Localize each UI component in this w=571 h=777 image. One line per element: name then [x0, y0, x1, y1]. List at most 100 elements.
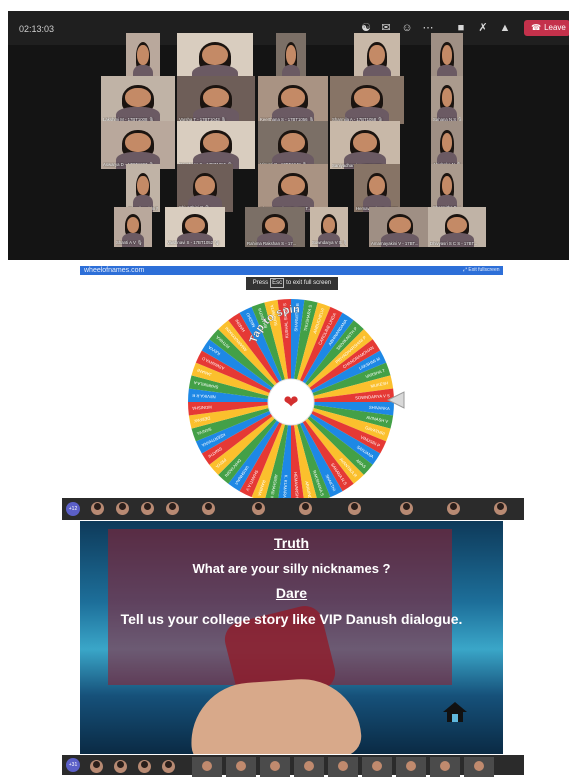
- participant-tile[interactable]: Rahima Rakshan S - 17...: [245, 207, 305, 247]
- participant-tile[interactable]: Vinusri P - 17BT1048 🎙: [258, 121, 328, 169]
- participant-face: [264, 216, 286, 233]
- participant-tile[interactable]: Chandramohan R - 17BT...: [258, 164, 328, 212]
- participant-video-thumb[interactable]: [464, 757, 494, 777]
- participant-video-thumb[interactable]: [396, 757, 426, 777]
- participant-tile[interactable]: Shanti A V 🎙: [114, 207, 152, 247]
- avatar-hair: [117, 761, 124, 768]
- participant-face: [184, 216, 206, 233]
- thumb-face: [406, 761, 416, 771]
- thumb-face: [338, 761, 348, 771]
- thumb-face: [372, 761, 382, 771]
- participant-avatar[interactable]: [90, 760, 103, 773]
- participant-face: [447, 216, 467, 233]
- more-participants-badge[interactable]: +12: [66, 502, 80, 516]
- slide-panel: [108, 529, 452, 685]
- participant-avatar[interactable]: [299, 502, 312, 515]
- participant-face: [126, 216, 140, 233]
- thumb-face: [440, 761, 450, 771]
- participant-tile[interactable]: Vaishnavi S - 17BT1052 🎙: [165, 207, 225, 247]
- participant-avatar[interactable]: [202, 502, 215, 515]
- thumb-face: [270, 761, 280, 771]
- avatar-hair: [169, 503, 176, 510]
- participant-tile[interactable]: Abishake N 🎙: [431, 121, 463, 169]
- avatar-hair: [119, 503, 126, 510]
- participant-avatar[interactable]: [166, 502, 179, 515]
- participant-video-thumb[interactable]: [362, 757, 392, 777]
- participant-tile[interactable]: Keerthana S - 17BT1056 🎙: [258, 76, 328, 124]
- participant-avatar[interactable]: [116, 502, 129, 515]
- participant-tile[interactable]: Hemavarsha R - 17BT...: [354, 164, 400, 212]
- participant-avatar[interactable]: [91, 502, 104, 515]
- participant-tile[interactable]: Shivarthini D 🎙: [177, 164, 233, 212]
- participant-avatar[interactable]: [162, 760, 175, 773]
- participant-tile[interactable]: Lakshmi M - 17BT1008 🎙: [101, 76, 175, 124]
- participant-face: [125, 132, 151, 152]
- avatar-hair: [205, 503, 212, 510]
- participant-face: [322, 216, 336, 233]
- truth-dare-slide: Truth What are your silly nicknames ? Da…: [80, 521, 503, 754]
- participant-face: [441, 175, 453, 195]
- truth-question: What are your silly nicknames ?: [192, 561, 391, 576]
- participant-tile[interactable]: Aswarya D - 17BT1007 🎙: [101, 121, 175, 169]
- participant-tile[interactable]: Priyadharshini P - 17B...: [126, 164, 160, 212]
- participant-name: Vaishnavi S - 17BT1052 🎙: [167, 240, 220, 245]
- avatar-hair: [144, 503, 151, 510]
- participant-tile[interactable]: Dhivyasri S C S - 17BT...: [428, 207, 486, 247]
- participant-avatar[interactable]: [138, 760, 151, 773]
- thumb-face: [304, 761, 314, 771]
- participant-face: [441, 87, 453, 107]
- reactions-icon[interactable]: ☺: [400, 21, 414, 35]
- participant-video-thumb[interactable]: [192, 757, 222, 777]
- mic-off-icon[interactable]: ✗: [476, 21, 490, 35]
- participant-avatar[interactable]: [141, 502, 154, 515]
- more-participants-badge[interactable]: +31: [66, 758, 80, 772]
- thumb-face: [474, 761, 484, 771]
- call-timer: 02:13:03: [19, 24, 55, 34]
- participant-avatar[interactable]: [400, 502, 413, 515]
- participant-tile[interactable]: Amarnayakini V - 17BT...: [369, 207, 431, 247]
- participant-tile[interactable]: Sowndarya V S 🎙: [310, 207, 348, 247]
- participant-tile[interactable]: Varsha T - 17BT1043 🎙: [177, 76, 255, 124]
- truth-heading: Truth: [274, 535, 309, 551]
- dare-challenge: Tell us your college story like VIP Danu…: [120, 611, 463, 627]
- participant-name: Amarnayakini V - 17BT...: [371, 241, 419, 246]
- participant-face: [369, 175, 385, 195]
- participant-face: [389, 216, 411, 233]
- avatar-hair: [165, 761, 172, 768]
- participant-name: Rahima Rakshan S - 17...: [247, 241, 297, 246]
- avatar-hair: [497, 503, 504, 510]
- avatar-hair: [403, 503, 410, 510]
- participant-face: [202, 87, 230, 107]
- participant-video-thumb[interactable]: [294, 757, 324, 777]
- participant-video-thumb[interactable]: [430, 757, 460, 777]
- participant-face: [369, 45, 385, 65]
- participant-face: [125, 87, 151, 107]
- participant-face: [137, 175, 149, 195]
- participant-tile[interactable]: Sharmila A - 17BT1058 🎙: [330, 76, 404, 124]
- avatar-hair: [351, 503, 358, 510]
- participant-tile[interactable]: Saniyadharsh - 17BT1058: [330, 121, 400, 169]
- name-wheel[interactable]: SHARMITHA B THUSHARA S ANBUCHELVICAROLINE …: [80, 266, 503, 498]
- participant-tile[interactable]: Sahana N.S 🎙: [431, 76, 463, 124]
- leave-button[interactable]: ☎ Leave: [524, 20, 569, 36]
- participant-face: [202, 45, 228, 65]
- participant-avatar[interactable]: [252, 502, 265, 515]
- participant-face: [285, 45, 297, 65]
- home-icon[interactable]: [442, 701, 468, 723]
- share-icon[interactable]: ▲: [498, 21, 512, 35]
- participant-video-thumb[interactable]: [226, 757, 256, 777]
- avatar-hair: [450, 503, 457, 510]
- participant-avatar[interactable]: [447, 502, 460, 515]
- phone-icon: ☎: [531, 23, 542, 32]
- participant-face: [202, 132, 230, 152]
- participant-video-thumb[interactable]: [260, 757, 290, 777]
- participant-name: Dhivyasri S C S - 17BT...: [430, 241, 478, 246]
- participant-name: Shanti A V 🎙: [116, 240, 143, 245]
- participant-video-thumb[interactable]: [328, 757, 358, 777]
- participant-avatar[interactable]: [114, 760, 127, 773]
- participant-avatar[interactable]: [494, 502, 507, 515]
- participant-avatar[interactable]: [348, 502, 361, 515]
- participant-face: [281, 132, 305, 152]
- participant-tile[interactable]: Sharmitha B - 17BT1049 🎙: [431, 164, 463, 212]
- participant-tile[interactable]: Rakshana S - 17BT1055 🎙: [177, 121, 255, 169]
